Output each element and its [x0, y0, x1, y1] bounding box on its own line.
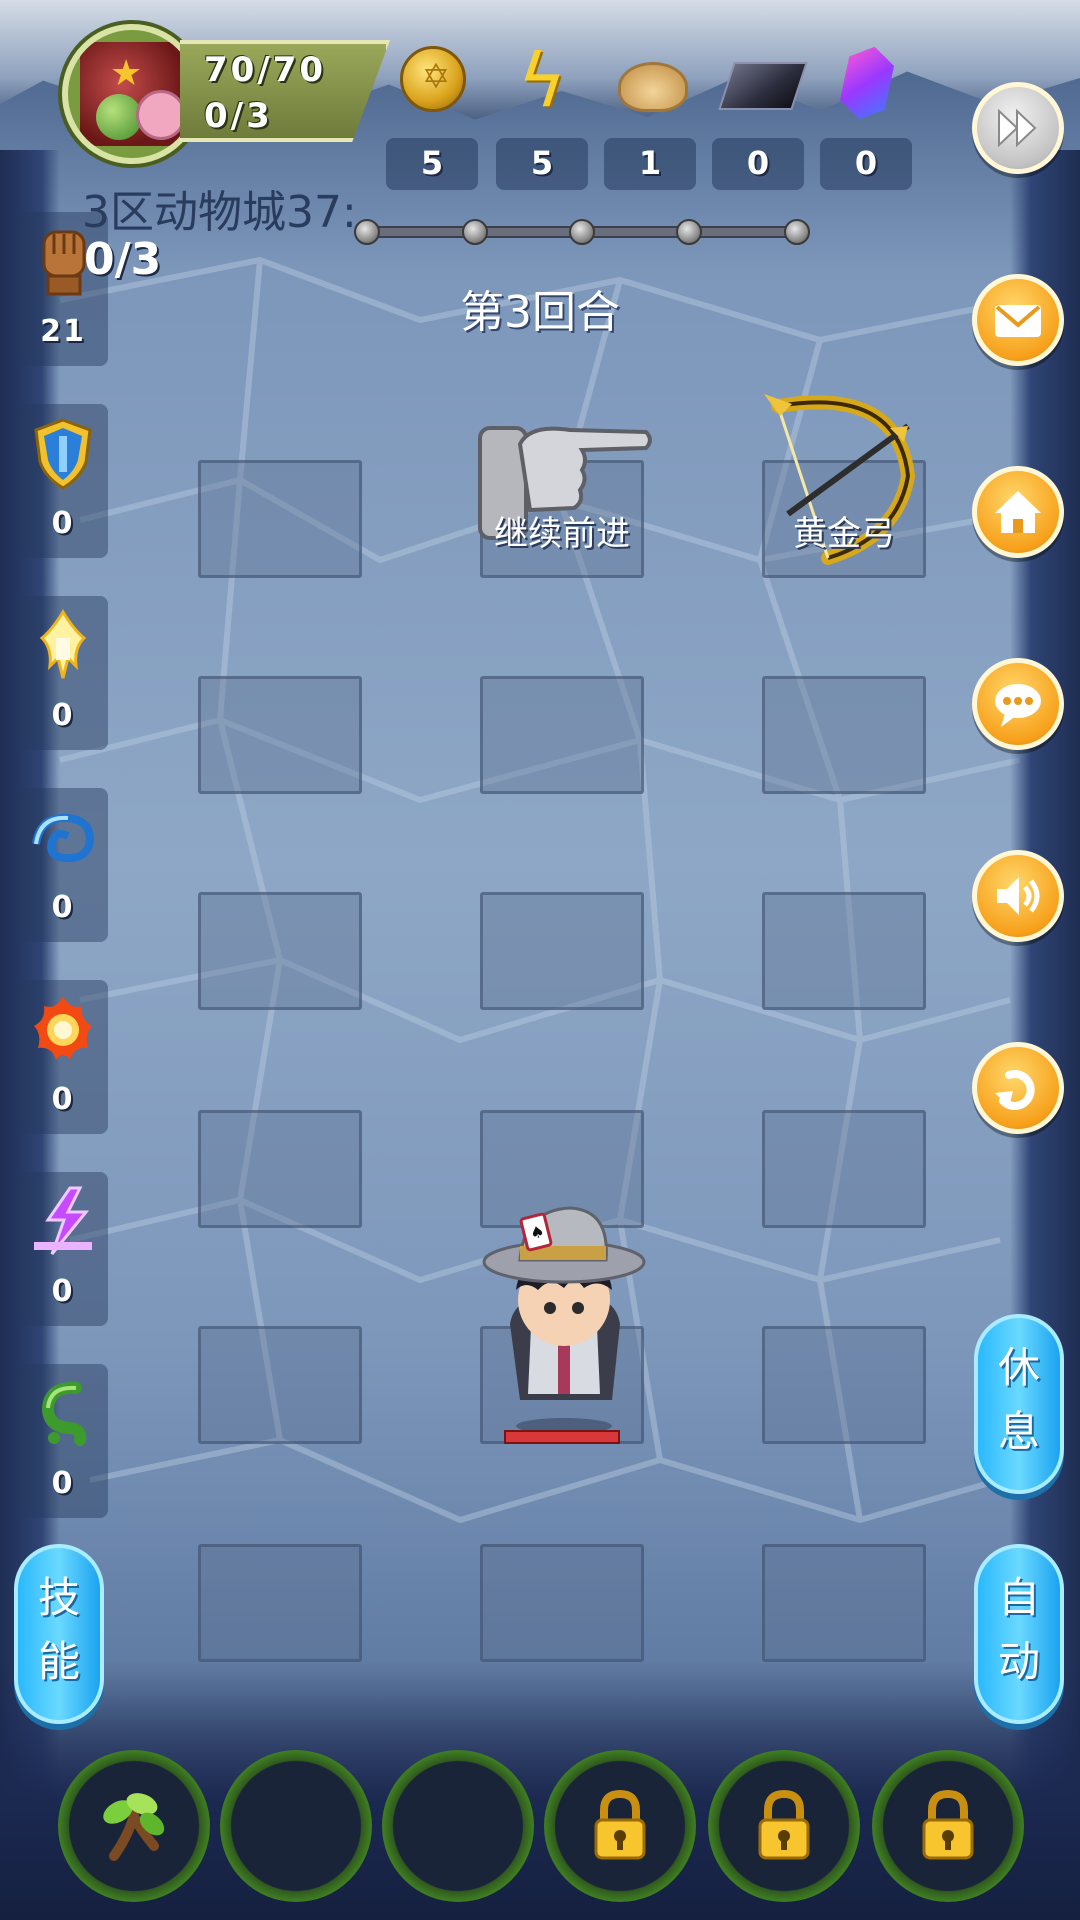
skill-slot-1[interactable]: [58, 1750, 210, 1902]
avatar-cat-icon: [136, 90, 186, 140]
skill-slot-5-locked[interactable]: [708, 1750, 860, 1902]
element-poison: 0: [18, 1364, 108, 1518]
water-icon: [32, 813, 95, 863]
board-cell[interactable]: [480, 676, 644, 794]
resource-bun: 1: [604, 40, 696, 190]
element-fire: 0: [18, 980, 108, 1134]
resource-energy: ϟ 5: [496, 40, 588, 190]
element-light: 0: [18, 596, 108, 750]
board-cell[interactable]: [198, 1326, 362, 1444]
board-cell[interactable]: [762, 1326, 926, 1444]
board-cell[interactable]: [198, 676, 362, 794]
resource-coin: ✡ 5: [386, 40, 478, 190]
skill-label: 技能: [37, 1573, 80, 1686]
hp-value: 70/70: [204, 50, 327, 90]
hero-character[interactable]: ♠: [480, 1204, 650, 1434]
return-button[interactable]: [972, 1042, 1064, 1134]
resource-ingot: 0: [712, 40, 808, 190]
gem-count: 0: [854, 144, 878, 182]
level-name: 3区动物城37:: [82, 187, 357, 238]
fast-forward-icon: [998, 108, 1037, 148]
chat-icon: [995, 684, 1041, 727]
level-progress: 0/3: [84, 234, 162, 285]
lightning-count: 0: [51, 1274, 75, 1309]
lock-icon: [594, 1789, 646, 1860]
speaker-icon: [997, 877, 1040, 915]
avatar-star-icon: ★: [110, 53, 143, 94]
poison-count: 0: [51, 1466, 75, 1501]
auto-label: 自动: [997, 1573, 1040, 1686]
avatar-portrait: ★: [80, 42, 186, 146]
board-cell[interactable]: [198, 1544, 362, 1662]
light-count: 0: [51, 698, 75, 733]
element-shield: 0: [18, 404, 108, 558]
stage-node: [784, 219, 810, 245]
board-cell[interactable]: [762, 892, 926, 1010]
skill-slot-3[interactable]: [382, 1750, 534, 1902]
ingot-count: 0: [746, 144, 770, 182]
fire-count: 0: [51, 1082, 75, 1117]
stage-node: [569, 219, 595, 245]
round-title: 第3回合: [460, 287, 620, 338]
energy-icon: ϟ: [517, 38, 567, 124]
ingot-icon: [718, 62, 808, 110]
resource-gem: 0: [820, 40, 912, 190]
skill-slot-2[interactable]: [220, 1750, 372, 1902]
fire-icon: [34, 996, 92, 1060]
poison-icon: [41, 1381, 87, 1446]
board-cell[interactable]: [198, 1110, 362, 1228]
coin-count: 5: [420, 144, 444, 182]
home-button[interactable]: [972, 466, 1064, 558]
skill-slot-4-locked[interactable]: [544, 1750, 696, 1902]
hero-hp-bar: [504, 1430, 620, 1444]
lock-icon: [922, 1789, 974, 1860]
board-cell[interactable]: [480, 892, 644, 1010]
sound-button[interactable]: [972, 850, 1064, 942]
bun-count: 1: [638, 144, 662, 182]
energy-count: 5: [530, 144, 554, 182]
home-icon: [995, 491, 1041, 533]
lock-icon: [758, 1789, 810, 1860]
shield-count: 0: [51, 506, 75, 541]
element-water: 0: [18, 788, 108, 942]
rest-label: 休息: [997, 1343, 1040, 1456]
fist-count: 21: [40, 314, 86, 349]
lightning-icon: [34, 1186, 92, 1255]
bow-label: 黄金弓: [793, 514, 895, 554]
rest-button[interactable]: 休息: [974, 1314, 1064, 1494]
level-progress-value: 0/3: [204, 96, 273, 136]
chat-button[interactable]: [972, 658, 1064, 750]
water-count: 0: [51, 890, 75, 925]
board-cell[interactable]: [480, 1544, 644, 1662]
mail-icon: [995, 305, 1041, 337]
mail-button[interactable]: [972, 274, 1064, 366]
stage-node: [676, 219, 702, 245]
board-cell[interactable]: [762, 1110, 926, 1228]
gem-icon: [837, 42, 897, 124]
stage-node: [462, 219, 488, 245]
shield-icon: [34, 418, 92, 490]
coin-icon: ✡: [400, 46, 466, 112]
skill-button[interactable]: 技能: [14, 1544, 104, 1724]
bun-icon: [618, 62, 688, 112]
continue-label: 继续前进: [494, 514, 630, 554]
light-icon: [39, 609, 87, 679]
board-cell[interactable]: [198, 460, 362, 578]
player-stats-panel: 70/70 0/3: [180, 40, 390, 142]
board-cell[interactable]: [762, 676, 926, 794]
auto-button[interactable]: 自动: [974, 1544, 1064, 1724]
skill-slot-6-locked[interactable]: [872, 1750, 1024, 1902]
board-cell[interactable]: [762, 1544, 926, 1662]
sprout-icon: [103, 1793, 165, 1861]
element-lightning: 0: [18, 1172, 108, 1326]
return-arrow-icon: [995, 1070, 1035, 1110]
fast-forward-button[interactable]: [972, 82, 1064, 174]
stage-node: [354, 219, 380, 245]
board-cell[interactable]: [198, 892, 362, 1010]
